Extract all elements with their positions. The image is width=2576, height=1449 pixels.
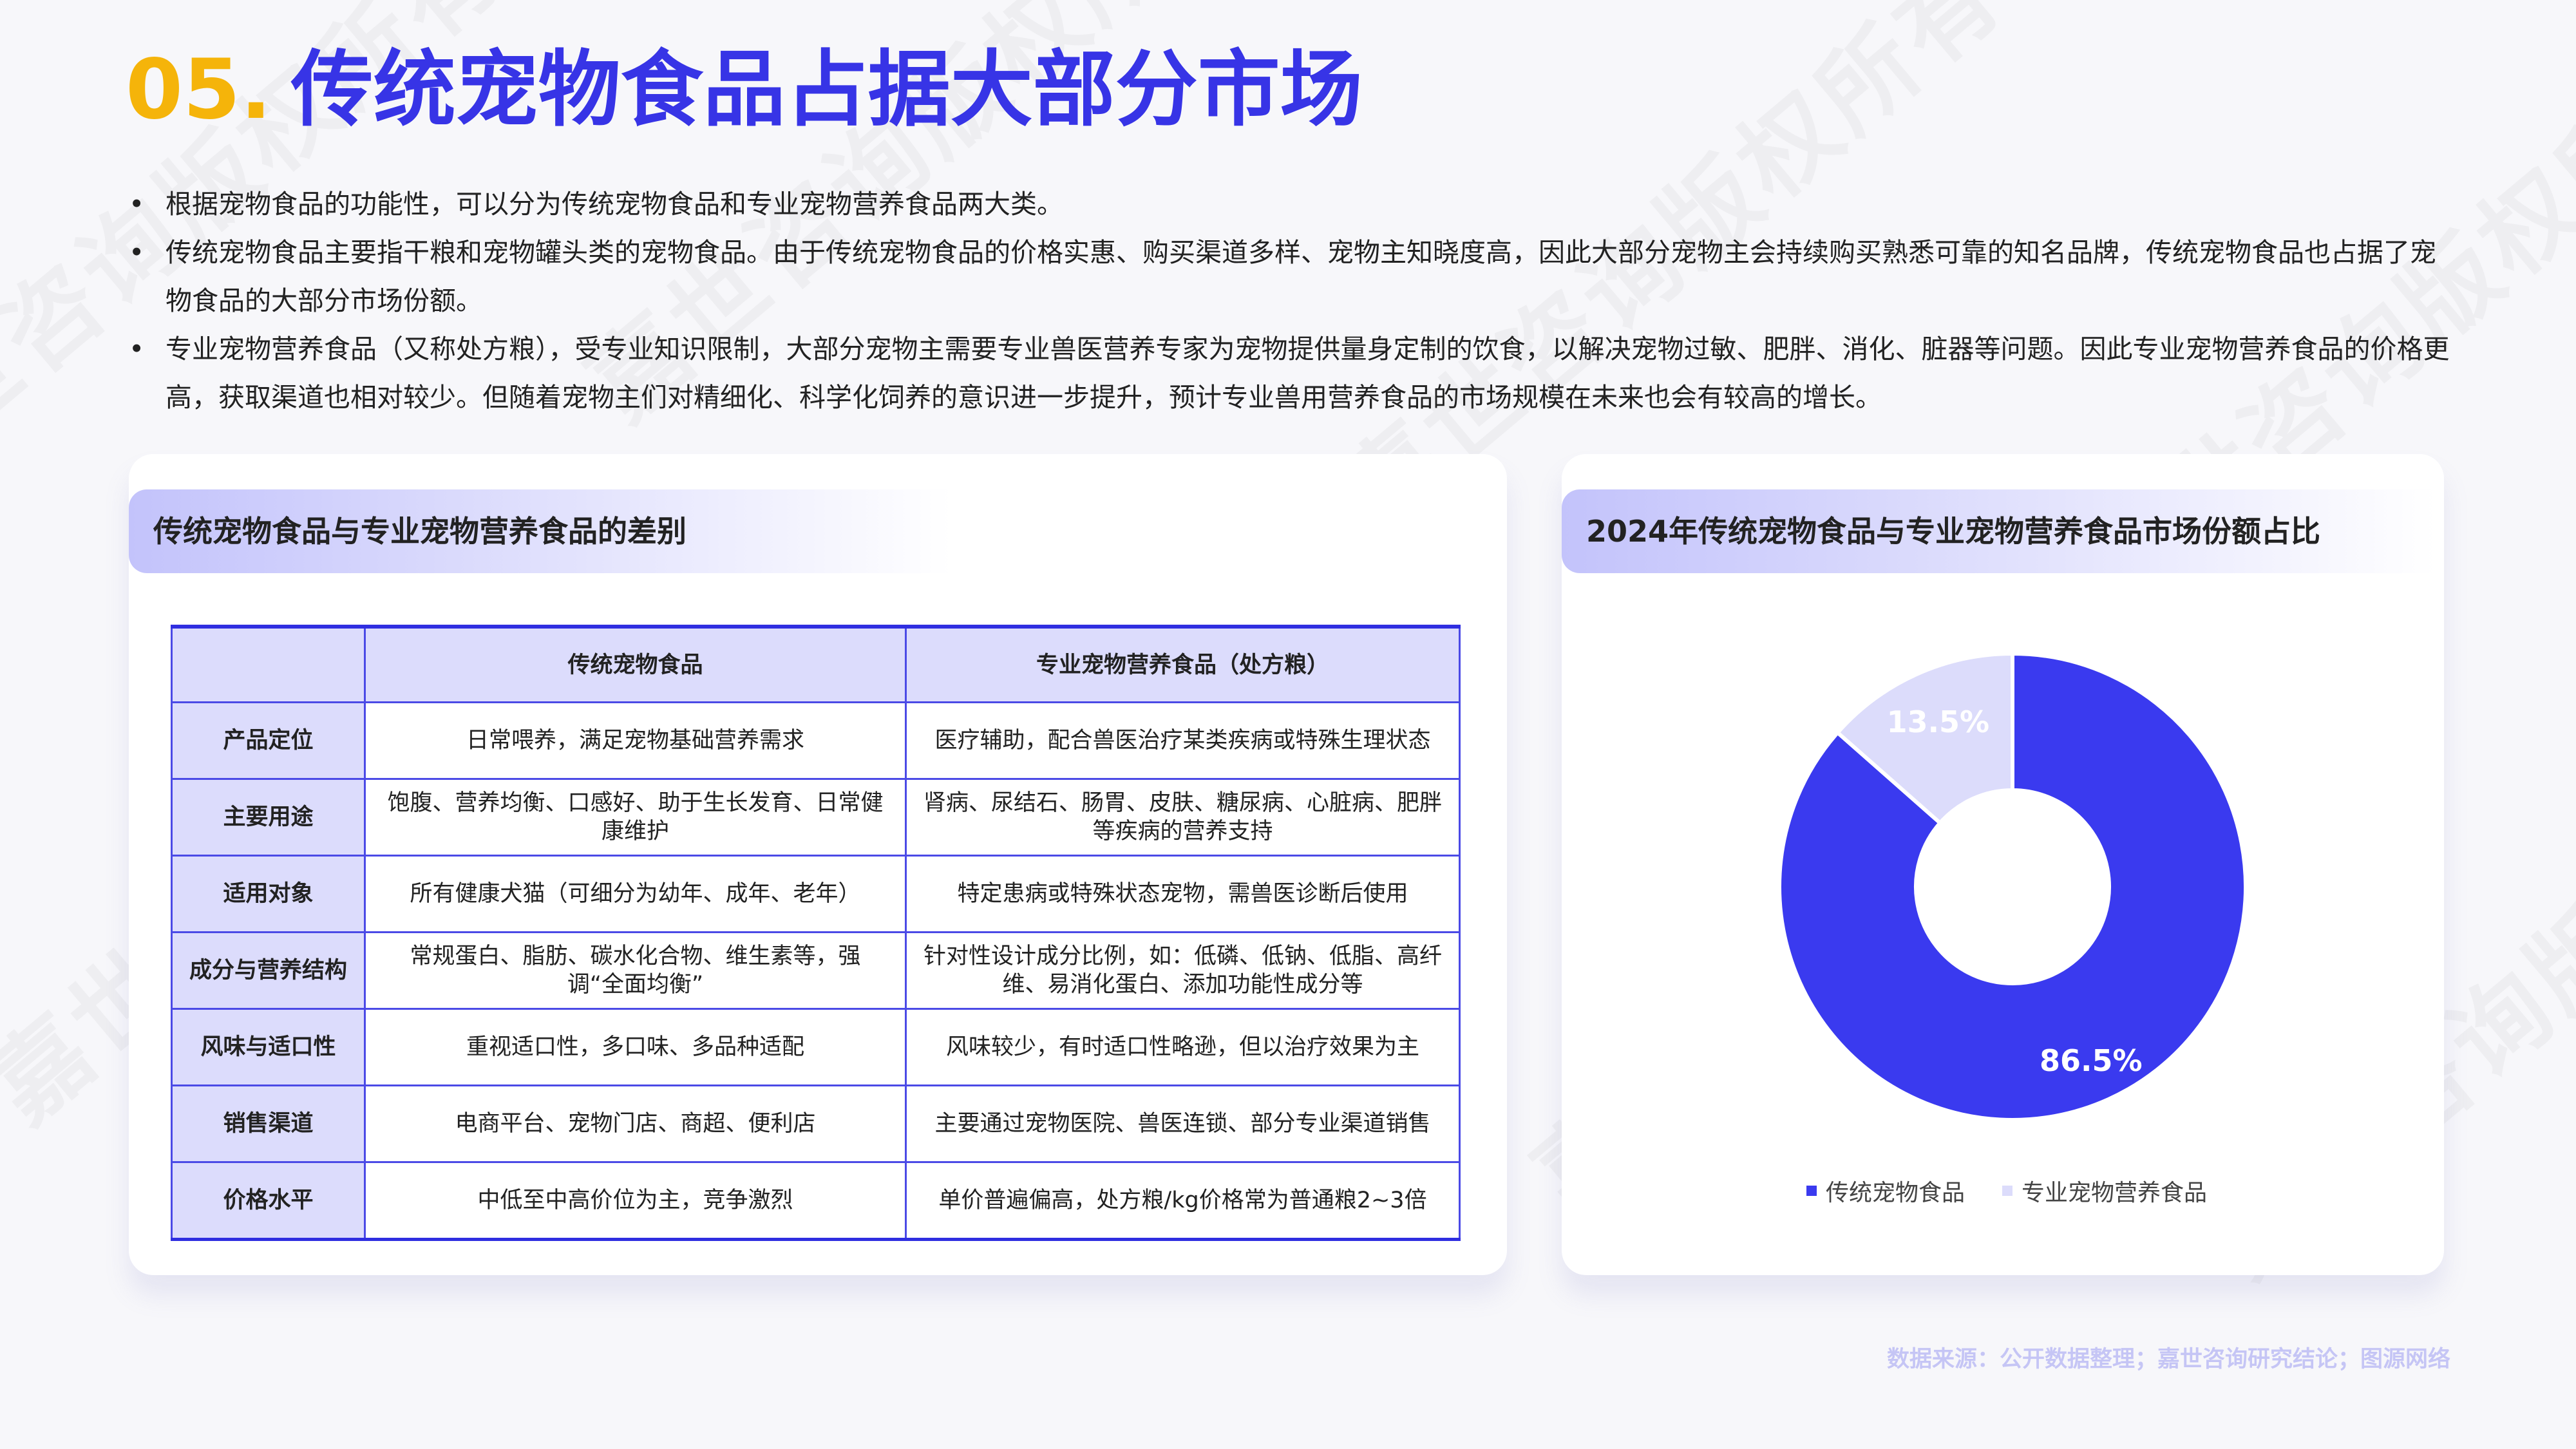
- table-row: 成分与营养结构 常规蛋白、脂肪、碳水化合物、维生素等，强调“全面均衡” 针对性设…: [171, 931, 1461, 1010]
- table-header-corner: [171, 625, 366, 703]
- row-header: 产品定位: [171, 701, 366, 780]
- comparison-card-title: 传统宠物食品与专业宠物营养食品的差别: [129, 489, 952, 573]
- table-cell: 日常喂养，满足宠物基础营养需求: [364, 701, 907, 780]
- legend-item: 专业宠物营养食品: [2002, 1174, 2207, 1208]
- table-row: 适用对象 所有健康犬猫（可细分为幼年、成年、老年） 特定患病或特殊状态宠物，需兽…: [171, 855, 1461, 933]
- table-cell: 电商平台、宠物门店、商超、便利店: [364, 1084, 907, 1163]
- table-header-row: 传统宠物食品 专业宠物营养食品（处方粮）: [171, 625, 1461, 703]
- legend-swatch: [2002, 1186, 2013, 1196]
- table-row: 销售渠道 电商平台、宠物门店、商超、便利店 主要通过宠物医院、兽医连锁、部分专业…: [171, 1084, 1461, 1163]
- table-cell: 重视适口性，多口味、多品种适配: [364, 1008, 907, 1086]
- comparison-card: 传统宠物食品与专业宠物营养食品的差别 传统宠物食品 专业宠物营养食品（处方粮） …: [129, 454, 1507, 1275]
- comparison-table: 传统宠物食品 专业宠物营养食品（处方粮） 产品定位 日常喂养，满足宠物基础营养需…: [171, 625, 1461, 1241]
- row-header: 适用对象: [171, 855, 366, 933]
- table-cell: 特定患病或特殊状态宠物，需兽医诊断后使用: [905, 855, 1461, 933]
- legend-label: 传统宠物食品: [1826, 1180, 1965, 1206]
- data-label: 86.5%: [2040, 1043, 2143, 1078]
- data-label: 13.5%: [1887, 705, 1990, 739]
- table-row: 产品定位 日常喂养，满足宠物基础营养需求 医疗辅助，配合兽医治疗某类疾病或特殊生…: [171, 701, 1461, 780]
- table-row: 主要用途 饱腹、营养均衡、口感好、助于生长发育、日常健康维护 肾病、尿结石、肠胃…: [171, 778, 1461, 857]
- table-cell: 主要通过宠物医院、兽医连锁、部分专业渠道销售: [905, 1084, 1461, 1163]
- table-header-professional: 专业宠物营养食品（处方粮）: [905, 625, 1461, 703]
- row-header: 成分与营养结构: [171, 931, 366, 1010]
- table-cell: 针对性设计成分比例，如：低磷、低钠、低脂、高纤维、易消化蛋白、添加功能性成分等: [905, 931, 1461, 1010]
- bullet-list: 根据宠物食品的功能性，可以分为传统宠物食品和专业宠物营养食品两大类。 传统宠物食…: [126, 180, 2457, 422]
- table-cell: 医疗辅助，配合兽医治疗某类疾病或特殊生理状态: [905, 701, 1461, 780]
- page-title: 05. 传统宠物食品占据大部分市场: [126, 39, 1363, 142]
- legend-swatch: [1806, 1186, 1817, 1196]
- table-cell: 常规蛋白、脂肪、碳水化合物、维生素等，强调“全面均衡”: [364, 931, 907, 1010]
- row-header: 销售渠道: [171, 1084, 366, 1163]
- section-number: 05.: [126, 42, 272, 138]
- legend-item: 传统宠物食品: [1806, 1174, 1965, 1208]
- table-cell: 肾病、尿结石、肠胃、皮肤、糖尿病、心脏病、肥胖等疾病的营养支持: [905, 778, 1461, 857]
- table-cell: 中低至中高价位为主，竞争激烈: [364, 1161, 907, 1241]
- donut-chart: 86.5% 13.5%: [1777, 651, 2248, 1122]
- table-cell: 饱腹、营养均衡、口感好、助于生长发育、日常健康维护: [364, 778, 907, 857]
- row-header: 主要用途: [171, 778, 366, 857]
- table-row: 风味与适口性 重视适口性，多口味、多品种适配 风味较少，有时适口性略逊，但以治疗…: [171, 1008, 1461, 1086]
- legend-label: 专业宠物营养食品: [2022, 1180, 2208, 1206]
- data-source-note: 数据来源：公开数据整理；嘉世咨询研究结论；图源网络: [1886, 1347, 2450, 1372]
- row-header: 价格水平: [171, 1161, 366, 1241]
- market-share-card: 2024年传统宠物食品与专业宠物营养食品市场份额占比 86.5% 13.5% 传统…: [1562, 454, 2444, 1275]
- bullet-item: 传统宠物食品主要指干粮和宠物罐头类的宠物食品。由于传统宠物食品的价格实惠、购买渠…: [126, 229, 2457, 325]
- table-row: 价格水平 中低至中高价位为主，竞争激烈 单价普遍偏高，处方粮/kg价格常为普通粮…: [171, 1161, 1461, 1241]
- table-cell: 风味较少，有时适口性略逊，但以治疗效果为主: [905, 1008, 1461, 1086]
- bullet-item: 根据宠物食品的功能性，可以分为传统宠物食品和专业宠物营养食品两大类。: [126, 180, 2457, 229]
- chart-legend: 传统宠物食品 专业宠物营养食品: [1806, 1174, 2207, 1208]
- table-cell: 所有健康犬猫（可细分为幼年、成年、老年）: [364, 855, 907, 933]
- row-header: 风味与适口性: [171, 1008, 366, 1086]
- table-cell: 单价普遍偏高，处方粮/kg价格常为普通粮2~3倍: [905, 1161, 1461, 1241]
- title-text: 传统宠物食品占据大部分市场: [290, 42, 1363, 138]
- bullet-item: 专业宠物营养食品（又称处方粮），受专业知识限制，大部分宠物主需要专业兽医营养专家…: [126, 325, 2457, 422]
- table-header-traditional: 传统宠物食品: [364, 625, 907, 703]
